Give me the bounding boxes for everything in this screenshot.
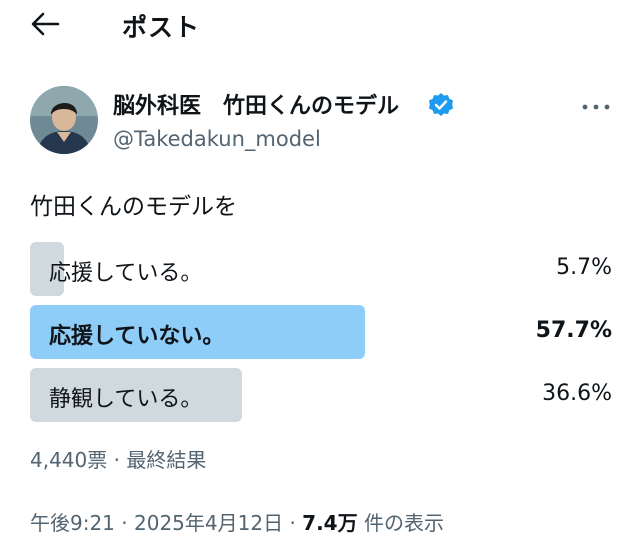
meta-separator: · xyxy=(289,511,296,535)
poll-option-label: 静観している。 xyxy=(49,387,203,412)
poll-option-percent: 36.6% xyxy=(542,381,612,406)
views-count[interactable]: 7.4万 xyxy=(302,511,357,535)
verified-badge-icon xyxy=(429,93,453,116)
author-handle[interactable]: @Takedakun_model xyxy=(113,127,321,151)
views-label: 件の表示 xyxy=(363,511,444,535)
top-bar: ポスト xyxy=(0,0,640,48)
back-button[interactable] xyxy=(28,8,62,40)
author-name[interactable]: 脳外科医 竹田くんのモデル xyxy=(113,88,399,120)
meta-separator: · xyxy=(121,511,128,535)
poll: 応援している。 5.7% 応援していない。 57.7% 静観している。 36.6… xyxy=(30,242,612,431)
poll-summary: 4,440票 · 最終結果 xyxy=(30,448,207,472)
avatar[interactable] xyxy=(30,86,98,154)
poll-option-percent: 57.7% xyxy=(535,318,612,343)
post-time[interactable]: 午後9:21 xyxy=(30,511,115,535)
more-horizontal-icon xyxy=(582,104,610,110)
page-title: ポスト xyxy=(122,13,201,42)
arrow-left-icon xyxy=(31,12,60,36)
post-date[interactable]: 2025年4月12日 xyxy=(134,511,283,535)
more-options-button[interactable] xyxy=(578,96,614,118)
poll-option: 応援している。 5.7% xyxy=(30,242,612,296)
post-meta: 午後9:21 · 2025年4月12日 · 7.4万 件の表示 xyxy=(30,507,444,536)
poll-option-label: 応援している。 xyxy=(49,261,203,286)
poll-option: 静観している。 36.6% xyxy=(30,368,612,422)
poll-option-winner: 応援していない。 57.7% xyxy=(30,305,612,359)
poll-option-label: 応援していない。 xyxy=(49,324,225,349)
post-text: 竹田くんのモデルを xyxy=(30,194,237,220)
poll-option-percent: 5.7% xyxy=(556,255,612,280)
